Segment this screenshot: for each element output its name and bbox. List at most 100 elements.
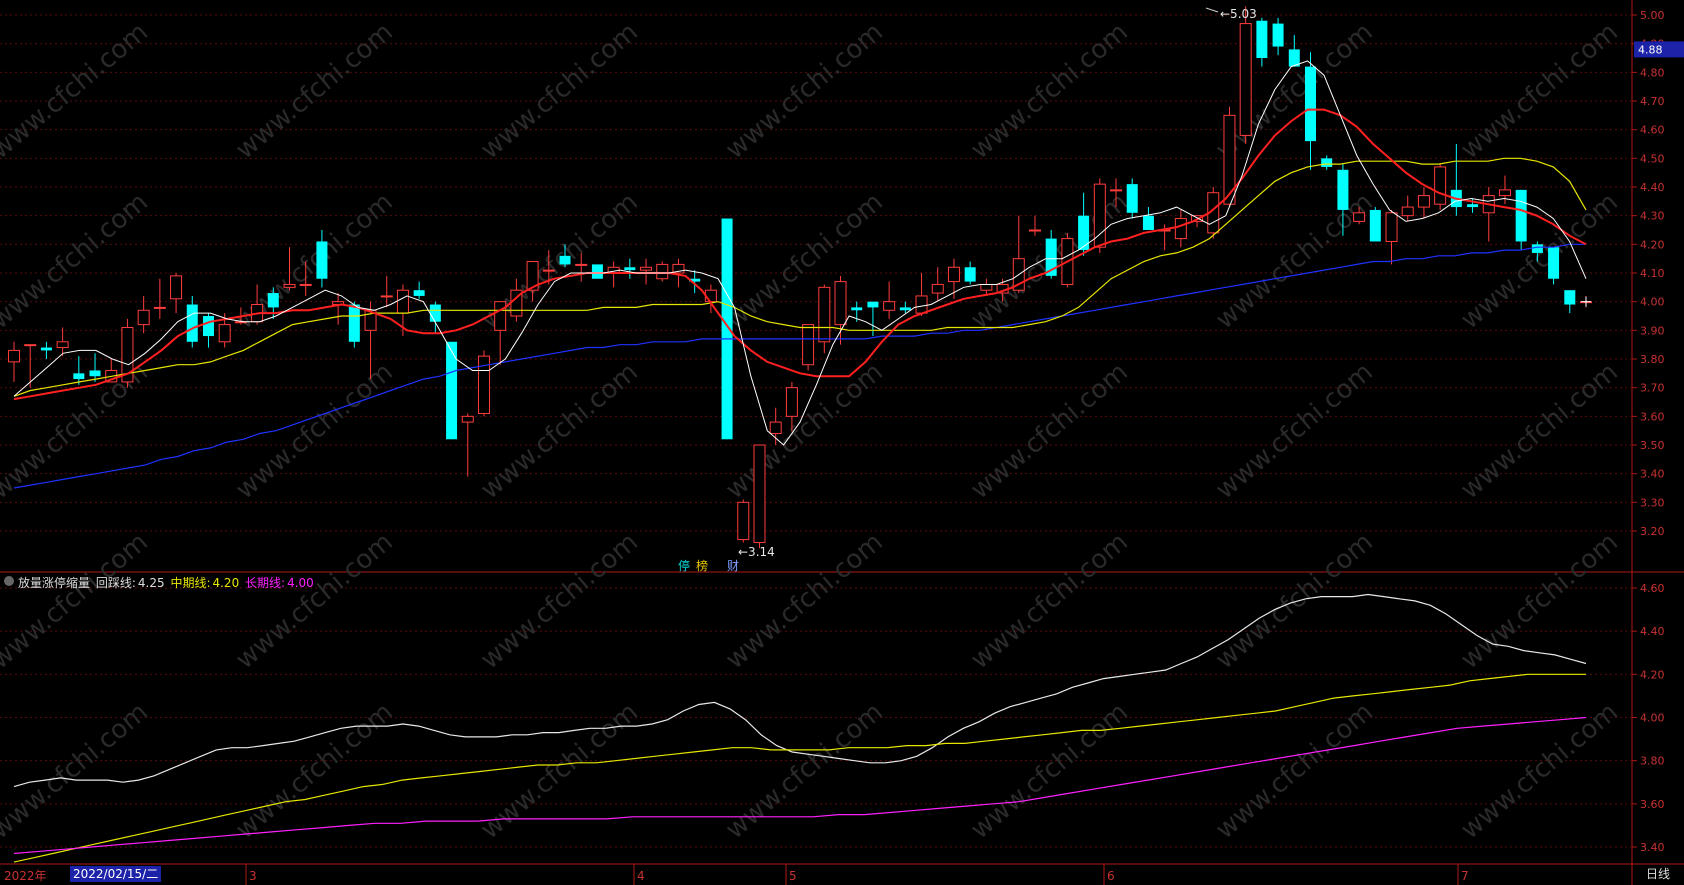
y-tick-label: 3.80: [1640, 755, 1665, 768]
x-tick-label: 7: [1461, 869, 1469, 883]
candle-body: [202, 316, 214, 337]
candle-body: [867, 301, 879, 308]
candle-body: [56, 341, 69, 349]
candle-body: [461, 415, 474, 423]
y-tick-label: 4.40: [1640, 625, 1665, 638]
y-tick-label: 4.60: [1640, 124, 1665, 137]
y-tick-label: 3.80: [1640, 353, 1665, 366]
y-tick-label: 4.10: [1640, 267, 1665, 280]
y-tick-label: 4.30: [1640, 210, 1665, 223]
y-tick-label: 3.40: [1640, 468, 1665, 481]
candle-body: [446, 341, 458, 440]
candle-body: [1467, 204, 1479, 208]
current-price-label: 4.88: [1638, 43, 1663, 56]
candle-body: [1239, 23, 1252, 136]
candle-body: [316, 241, 328, 279]
period-button[interactable]: 日线: [1646, 866, 1670, 882]
candle-body: [883, 301, 896, 311]
candle-body: [640, 266, 653, 271]
candle-body: [267, 293, 279, 308]
candle-body: [1531, 244, 1543, 253]
watermark-text: www.cfchi.com: [965, 527, 1134, 675]
candle-body: [1272, 23, 1284, 47]
y-tick-label: 4.00: [1640, 296, 1665, 309]
watermark-text: www.cfchi.com: [475, 697, 644, 845]
candle-body: [1564, 290, 1576, 305]
x-tick-label: 5: [789, 869, 797, 883]
candle-body: [1353, 212, 1366, 222]
y-tick-label: 3.60: [1640, 798, 1665, 811]
x-tick-label: 3: [249, 869, 257, 883]
candle-body: [915, 295, 928, 314]
legend-yellow-label: 中期线:: [170, 576, 211, 590]
watermark-text: www.cfchi.com: [1210, 527, 1379, 675]
candle-body: [1548, 247, 1560, 279]
y-tick-label: 3.90: [1640, 324, 1665, 337]
watermark-text: www.cfchi.com: [0, 17, 154, 165]
watermark-text: www.cfchi.com: [965, 17, 1134, 165]
indicator-name: 放量涨停缩量: [18, 576, 91, 590]
candle-body: [575, 263, 588, 266]
watermark-text: www.cfchi.com: [475, 357, 644, 505]
candle-body: [1078, 215, 1090, 251]
y-tick-label: 3.40: [1640, 841, 1665, 854]
event-marker: 榜: [696, 558, 708, 573]
candle-body: [89, 370, 101, 377]
candle-body: [1142, 215, 1154, 230]
candle-body: [1401, 206, 1414, 217]
candle-body: [73, 373, 85, 380]
candle-body: [769, 421, 782, 435]
watermark-text: www.cfchi.com: [230, 17, 399, 165]
x-tick-label: 4: [637, 869, 645, 883]
candle-body: [170, 275, 183, 300]
candle-body: [964, 267, 976, 282]
watermark-text: www.cfchi.com: [965, 357, 1134, 505]
y-tick-label: 3.50: [1640, 439, 1665, 452]
candle-body: [40, 347, 52, 351]
legend-magenta-label: 长期线:: [245, 576, 286, 590]
watermark-text: www.cfchi.com: [720, 17, 889, 165]
candle-body: [348, 304, 360, 342]
candle-body: [931, 283, 944, 294]
candle-body: [818, 286, 831, 343]
candle-body: [851, 307, 863, 311]
candle-body: [1110, 189, 1123, 192]
watermark-text: www.cfchi.com: [0, 527, 154, 675]
indicator-legend: 放量涨停缩量 回踩线: 4.25 中期线: 4.20 长期线: 4.00: [4, 574, 316, 590]
stock-chart[interactable]: 5.004.904.804.704.604.504.404.304.204.10…: [0, 0, 1684, 885]
watermark-text: www.cfchi.com: [1210, 187, 1379, 335]
candle-body: [186, 304, 198, 342]
watermark-text: www.cfchi.com: [1455, 357, 1624, 505]
legend-yellow-value: 4.20: [212, 576, 240, 590]
event-marker: 财: [727, 559, 739, 573]
candle-body: [429, 304, 441, 322]
candle-body: [899, 307, 911, 311]
candle-body: [1223, 114, 1236, 205]
watermark-text: www.cfchi.com: [475, 527, 644, 675]
candle-body: [656, 263, 669, 280]
candle-body: [1417, 195, 1430, 208]
y-tick-label: 4.60: [1640, 582, 1665, 595]
candle-body: [1337, 169, 1349, 210]
candle-body: [396, 289, 409, 314]
candle-body: [494, 301, 507, 331]
watermark-text: www.cfchi.com: [0, 187, 154, 335]
candle-body: [380, 295, 393, 298]
y-tick-label: 3.60: [1640, 410, 1665, 423]
candle-body: [542, 269, 555, 272]
high-pointer: [1205, 7, 1219, 13]
candle-body: [1434, 166, 1447, 205]
y-tick-label: 5.00: [1640, 9, 1665, 22]
candle-body: [1498, 189, 1511, 197]
candle-body: [1385, 212, 1398, 242]
watermark-text: www.cfchi.com: [0, 697, 154, 845]
y-tick-label: 3.70: [1640, 382, 1665, 395]
candle-body: [1304, 66, 1316, 142]
watermark-text: www.cfchi.com: [720, 357, 889, 505]
candle-body: [1369, 209, 1381, 242]
y-tick-label: 4.70: [1640, 95, 1665, 108]
y-tick-label: 4.20: [1640, 238, 1665, 251]
candle-body: [721, 218, 733, 440]
event-marker: 停: [678, 558, 690, 573]
y-tick-label: 3.30: [1640, 496, 1665, 509]
